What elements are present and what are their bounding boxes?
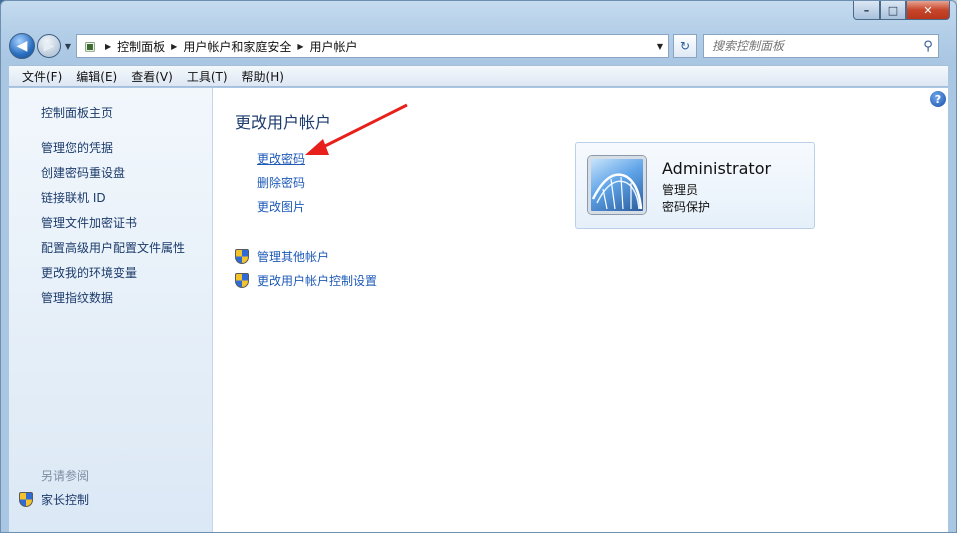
uac-shield-icon xyxy=(235,273,249,288)
sidebar-item-create-reset-disk[interactable]: 创建密码重设盘 xyxy=(41,164,125,181)
manage-other-accounts-label: 管理其他帐户 xyxy=(257,250,330,264)
uac-settings-label: 更改用户帐户控制设置 xyxy=(257,274,378,288)
user-avatar[interactable] xyxy=(588,156,646,214)
sidebar-item-fingerprint-data[interactable]: 管理指纹数据 xyxy=(41,289,113,306)
help-icon: ? xyxy=(934,92,942,106)
uac-shield-icon xyxy=(235,249,249,264)
main-content: ? 更改用户帐户 更改密码 删除密码 更改图片 管理其他帐户 更改用户帐户控制设… xyxy=(213,88,948,532)
menu-bar: 文件(F) 编辑(E) 查看(V) 工具(T) 帮助(H) xyxy=(9,65,948,87)
control-panel-window: – □ ✕ ◀ ▶ ▼ ▣ ▶ 控制面板 ▶ 用户帐户和家庭安全 ▶ 用户帐户 … xyxy=(0,0,957,533)
remove-password-link[interactable]: 删除密码 xyxy=(257,174,305,191)
caption-buttons: – □ ✕ xyxy=(853,1,950,21)
breadcrumb-user-accounts-family-safety[interactable]: 用户帐户和家庭安全 xyxy=(183,38,291,55)
uac-shield-icon xyxy=(19,492,33,507)
address-bar[interactable]: ▣ ▶ 控制面板 ▶ 用户帐户和家庭安全 ▶ 用户帐户 ▼ xyxy=(76,34,669,58)
parental-controls-link[interactable]: 家长控制 xyxy=(19,491,89,508)
see-also-heading: 另请参阅 xyxy=(41,469,90,483)
search-input[interactable] xyxy=(712,39,918,53)
search-box: ⚲ xyxy=(703,34,939,58)
arrow-left-icon: ◀ xyxy=(16,38,28,54)
breadcrumb-separator-icon[interactable]: ▶ xyxy=(171,42,177,51)
close-button[interactable]: ✕ xyxy=(906,1,950,20)
user-name: Administrator xyxy=(662,159,772,178)
sidebar-item-manage-encryption-certs[interactable]: 管理文件加密证书 xyxy=(41,214,137,231)
refresh-icon: ↻ xyxy=(679,39,691,53)
history-dropdown[interactable]: ▼ xyxy=(62,42,74,51)
control-panel-icon: ▣ xyxy=(84,39,96,53)
chevron-down-icon: ▼ xyxy=(64,41,72,51)
maximize-icon: □ xyxy=(887,3,899,17)
user-account-card: Administrator 管理员 密码保护 xyxy=(575,142,815,229)
change-password-link[interactable]: 更改密码 xyxy=(257,150,305,167)
sidebar-item-advanced-profile-properties[interactable]: 配置高级用户配置文件属性 xyxy=(41,239,185,256)
breadcrumb-separator-icon[interactable]: ▶ xyxy=(297,42,303,51)
user-role: 管理员 xyxy=(662,183,699,197)
menu-edit[interactable]: 编辑(E) xyxy=(69,68,124,85)
sidebar-item-environment-variables[interactable]: 更改我的环境变量 xyxy=(41,264,137,281)
close-icon: ✕ xyxy=(923,3,933,17)
breadcrumb-user-accounts[interactable]: 用户帐户 xyxy=(310,38,358,55)
menu-file[interactable]: 文件(F) xyxy=(15,68,69,85)
back-button[interactable]: ◀ xyxy=(9,33,35,59)
minimize-icon: – xyxy=(863,3,870,17)
refresh-button[interactable]: ↻ xyxy=(673,34,697,58)
change-picture-link[interactable]: 更改图片 xyxy=(257,198,305,215)
arrow-right-icon: ▶ xyxy=(43,38,55,54)
breadcrumb-control-panel[interactable]: 控制面板 xyxy=(117,38,165,55)
parental-controls-label: 家长控制 xyxy=(41,493,90,507)
uac-settings-link[interactable]: 更改用户帐户控制设置 xyxy=(235,272,377,289)
sidebar-item-control-panel-home[interactable]: 控制面板主页 xyxy=(41,104,113,121)
task-sidebar: 控制面板主页 管理您的凭据 创建密码重设盘 链接联机 ID 管理文件加密证书 配… xyxy=(9,88,213,532)
sidebar-item-manage-credentials[interactable]: 管理您的凭据 xyxy=(41,139,113,156)
address-dropdown-icon[interactable]: ▼ xyxy=(652,42,668,51)
search-icon[interactable]: ⚲ xyxy=(918,39,938,54)
forward-button[interactable]: ▶ xyxy=(37,34,61,58)
menu-help[interactable]: 帮助(H) xyxy=(235,68,291,85)
menu-tools[interactable]: 工具(T) xyxy=(180,68,235,85)
address-row: ◀ ▶ ▼ ▣ ▶ 控制面板 ▶ 用户帐户和家庭安全 ▶ 用户帐户 ▼ ↻ ⚲ xyxy=(9,31,948,61)
manage-other-accounts-link[interactable]: 管理其他帐户 xyxy=(235,248,329,265)
sidebar-item-link-online-id[interactable]: 链接联机 ID xyxy=(41,189,106,206)
maximize-button[interactable]: □ xyxy=(880,1,906,20)
minimize-button[interactable]: – xyxy=(853,1,880,20)
roller-coaster-picture-icon xyxy=(591,173,643,210)
menu-view[interactable]: 查看(V) xyxy=(124,68,180,85)
user-password-status: 密码保护 xyxy=(662,200,711,214)
help-button[interactable]: ? xyxy=(930,91,946,107)
page-title: 更改用户帐户 xyxy=(235,113,332,132)
breadcrumb-separator-icon[interactable]: ▶ xyxy=(105,42,111,51)
